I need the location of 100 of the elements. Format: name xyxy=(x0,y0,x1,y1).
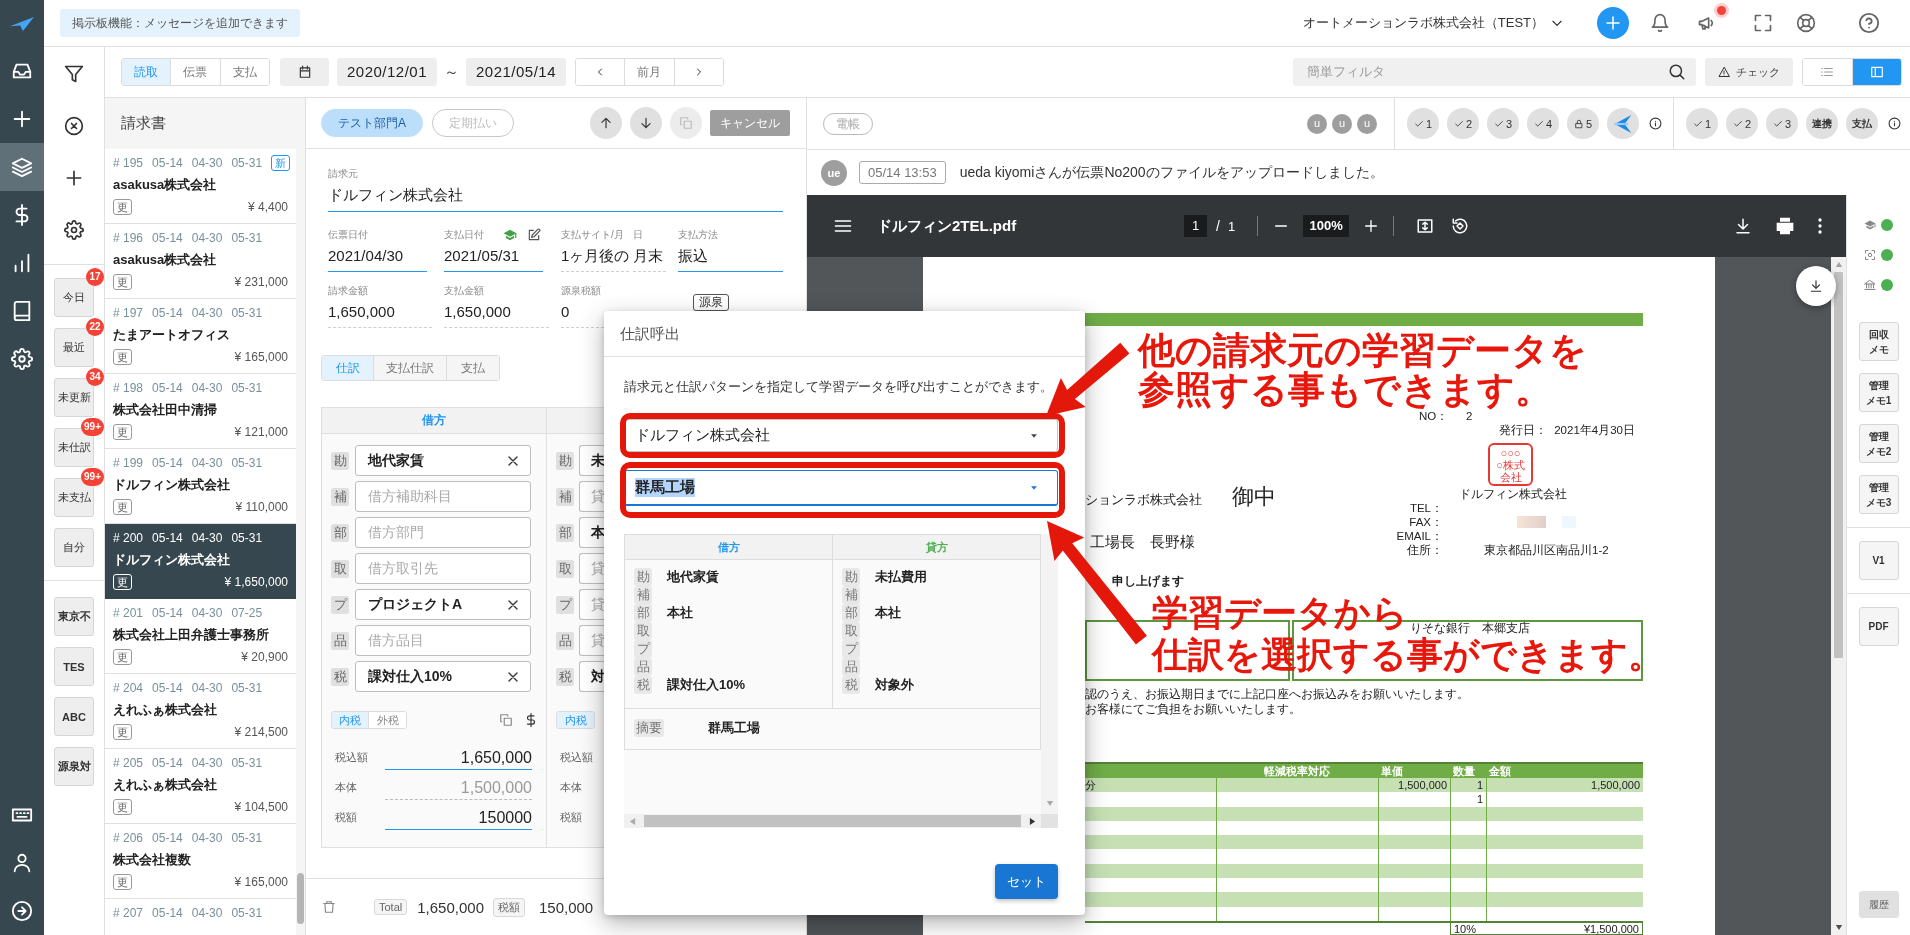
vendor-field[interactable]: ドルフィン株式会社 xyxy=(328,184,783,212)
tag-filter-button[interactable]: 東京不 xyxy=(54,597,94,636)
page-field[interactable]: 1 xyxy=(1184,215,1207,237)
memo-button[interactable]: 管理 メモ2 xyxy=(1858,424,1899,463)
arrow-down-icon xyxy=(639,116,653,130)
scroll-right-icon[interactable] xyxy=(1029,816,1036,826)
approval-step-button[interactable]: 5 xyxy=(1567,108,1599,139)
view-toggle[interactable] xyxy=(1803,59,1853,85)
amount-field[interactable]: 1,650,000 xyxy=(328,301,432,328)
journal-tab[interactable]: 支払 xyxy=(447,356,499,380)
text-field[interactable]: 振込 xyxy=(678,245,783,272)
approval-step-button[interactable]: 1 xyxy=(1686,108,1718,139)
account-field[interactable]: 本 xyxy=(579,517,605,548)
approval-step-button[interactable] xyxy=(1607,108,1639,139)
add-button[interactable] xyxy=(1597,7,1629,39)
history-button[interactable]: 履歴 xyxy=(1858,891,1899,918)
account-field[interactable]: 未 xyxy=(579,445,605,476)
field-code: 税 xyxy=(331,667,349,686)
range-separator: ～ xyxy=(443,62,460,82)
category-tag[interactable]: テスト部門A xyxy=(321,109,423,137)
scrollbar-thumb[interactable] xyxy=(1834,272,1843,658)
trash-icon[interactable] xyxy=(322,900,336,914)
scrollbar-thumb[interactable] xyxy=(644,815,1021,827)
account-field[interactable]: 地代家賃 xyxy=(355,445,531,476)
account-value: 対象外 xyxy=(875,676,914,694)
approval-step-button[interactable]: 2 xyxy=(1726,108,1758,139)
download-icon[interactable] xyxy=(1734,217,1752,235)
vendor-name: 株式会社田中清掃 xyxy=(113,401,218,419)
tag-filter-button[interactable]: ABC xyxy=(54,697,94,736)
field-code: 勘 xyxy=(331,451,349,470)
callout-text: 他の請求元の学習データを xyxy=(1138,331,1587,370)
journal-tab[interactable]: 支払仕訳 xyxy=(374,356,447,380)
download-button[interactable] xyxy=(1796,266,1836,306)
plus-icon[interactable] xyxy=(64,168,84,188)
text-field[interactable]: 2021/05/31 xyxy=(444,245,543,272)
date-field[interactable]: 2021/05/14 xyxy=(466,58,566,86)
column-header: 金額 xyxy=(1488,764,1512,778)
amount-field[interactable]: 1,650,000 xyxy=(444,301,549,328)
copy-icon[interactable] xyxy=(499,713,513,727)
invoice-item[interactable]: # 200 05-14 04-30 05-31 ドルフィン株式会社 更 ¥ 1,650,000 xyxy=(105,524,296,599)
approval-step-button[interactable]: 連携 xyxy=(1806,108,1838,139)
edit-icon[interactable] xyxy=(527,228,541,242)
scroll-down-icon[interactable] xyxy=(1834,924,1843,931)
tax-mode-toggle[interactable]: 外税 xyxy=(369,712,406,728)
bell-icon[interactable] xyxy=(1650,13,1670,33)
rotate-icon[interactable] xyxy=(1451,217,1470,235)
move-up-button[interactable] xyxy=(590,107,622,139)
calendar-button[interactable] xyxy=(280,58,329,86)
filter-icon[interactable] xyxy=(64,64,84,84)
approval-step-button[interactable]: 3 xyxy=(1766,108,1798,139)
pattern-select[interactable]: 群馬工場 xyxy=(624,470,1058,506)
approval-step-button[interactable]: 支払 xyxy=(1846,108,1878,139)
pdf-button[interactable]: PDF xyxy=(1858,607,1899,646)
more-vert-icon[interactable] xyxy=(1817,217,1823,235)
text-field[interactable]: 2021/04/30 xyxy=(328,245,427,272)
info-icon[interactable] xyxy=(1888,117,1901,130)
nav-item[interactable] xyxy=(0,143,44,191)
fit-page-icon[interactable] xyxy=(1416,217,1435,235)
quick-filter-button[interactable]: 自分 xyxy=(54,528,94,567)
amount-field[interactable]: 1,650,000 xyxy=(385,744,532,770)
account-field[interactable]: 対 xyxy=(579,661,605,692)
text-field[interactable]: 1ヶ月後の xyxy=(561,245,629,272)
scrollbar-thumb[interactable] xyxy=(297,873,304,924)
tag-filter-button[interactable]: TES xyxy=(54,647,94,686)
approval-step-button[interactable]: 3 xyxy=(1487,108,1519,139)
account-field[interactable]: プロジェクトA xyxy=(355,589,531,620)
memo-button[interactable]: 管理 メモ1 xyxy=(1858,373,1899,412)
set-button[interactable]: セット xyxy=(995,864,1058,899)
date-field[interactable]: 2020/12/01 xyxy=(337,58,437,86)
dollar-icon[interactable] xyxy=(524,713,538,727)
fullscreen-icon[interactable] xyxy=(1753,13,1773,33)
company-selector[interactable]: オートメーションラボ株式会社（TEST） xyxy=(1302,14,1564,32)
text-field[interactable]: 月末 xyxy=(633,245,666,272)
circle-x-icon[interactable] xyxy=(64,116,84,136)
tag-filter-button[interactable]: 源泉対 xyxy=(54,747,94,786)
print-icon[interactable] xyxy=(1775,216,1795,236)
field-code: 補 xyxy=(842,586,860,604)
approval-step-button[interactable]: 1 xyxy=(1407,108,1439,139)
plus-icon[interactable] xyxy=(1363,218,1380,234)
lifebuoy-icon[interactable] xyxy=(1796,13,1816,33)
zoom-field[interactable]: 100% xyxy=(1303,215,1350,237)
move-down-button[interactable] xyxy=(630,107,662,139)
field-code: プ xyxy=(331,595,349,614)
version-button[interactable]: V1 xyxy=(1858,541,1899,580)
address-text: 東京都品川区南品川1-2 xyxy=(1484,543,1609,557)
info-icon[interactable] xyxy=(1649,117,1662,130)
memo-button[interactable]: 管理 メモ3 xyxy=(1858,475,1899,514)
memo-button[interactable]: 回収 メモ xyxy=(1858,322,1899,361)
help-icon[interactable] xyxy=(1858,12,1880,34)
withholding-button[interactable]: 源泉 xyxy=(693,294,729,311)
person-icon[interactable] xyxy=(11,852,33,874)
check-button[interactable]: チェック xyxy=(1705,58,1793,86)
invoice-item[interactable]: # 207 05-14 04-30 05-31 xyxy=(105,899,296,921)
view-toggle[interactable] xyxy=(1852,59,1901,85)
approval-step-button[interactable]: 4 xyxy=(1527,108,1559,139)
field-code: 取 xyxy=(556,559,574,578)
approval-step-button[interactable]: 2 xyxy=(1447,108,1479,139)
settings-icon[interactable] xyxy=(64,220,84,240)
account-field[interactable]: 課対仕入10% xyxy=(355,661,531,692)
amount-field[interactable]: 150000 xyxy=(385,804,532,830)
